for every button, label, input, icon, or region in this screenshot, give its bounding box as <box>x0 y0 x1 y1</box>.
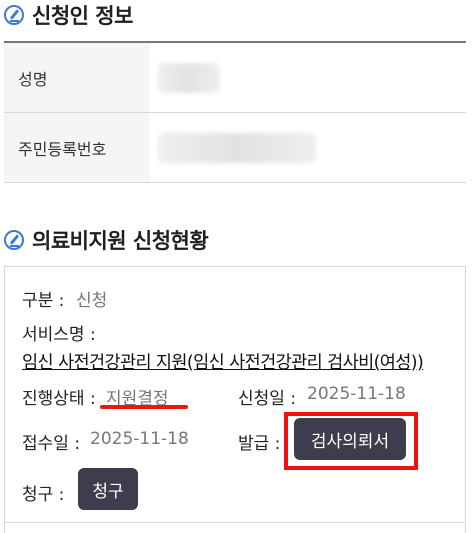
resident-number-label: 주민등록번호 <box>4 113 150 182</box>
issue-label: 발급 : <box>238 434 281 454</box>
service-name-link[interactable]: 임신 사전건강관리 지원(임신 사전건강관리 검사비(여성)) <box>22 349 424 374</box>
applicant-section-title: 신청인 정보 <box>4 0 133 30</box>
claim-label: 청구 : <box>22 485 65 505</box>
status-label: 진행상태 : <box>22 389 96 409</box>
status-red-underline <box>100 405 188 409</box>
name-label: 성명 <box>4 43 150 112</box>
medical-section-title: 의료비지원 신청현황 <box>4 225 209 255</box>
apply-date-value: 2025-11-18 <box>307 384 406 404</box>
resident-number-value <box>150 113 466 182</box>
category-value: 신청 <box>76 291 108 311</box>
medical-section-title-text: 의료비지원 신청현황 <box>32 229 209 253</box>
name-redacted <box>158 62 220 93</box>
card-divider <box>5 522 465 523</box>
service-label: 서비스명 : <box>22 325 96 345</box>
resident-number-redacted <box>158 132 316 163</box>
category-label: 구분 : <box>22 291 65 311</box>
pen-icon <box>4 5 24 25</box>
info-row-resident-number: 주민등록번호 <box>4 113 466 183</box>
info-row-name: 성명 <box>4 43 466 113</box>
receipt-date-label: 접수일 : <box>22 434 81 454</box>
claim-button[interactable]: 청구 <box>78 468 138 510</box>
pen-icon <box>4 230 24 250</box>
name-value <box>150 43 466 112</box>
applicant-info-table: 성명 주민등록번호 <box>4 41 466 183</box>
receipt-date-value: 2025-11-18 <box>90 429 189 449</box>
test-request-button[interactable]: 검사의뢰서 <box>294 418 406 460</box>
apply-date-label: 신청일 : <box>238 389 297 409</box>
applicant-section-title-text: 신청인 정보 <box>32 4 133 28</box>
